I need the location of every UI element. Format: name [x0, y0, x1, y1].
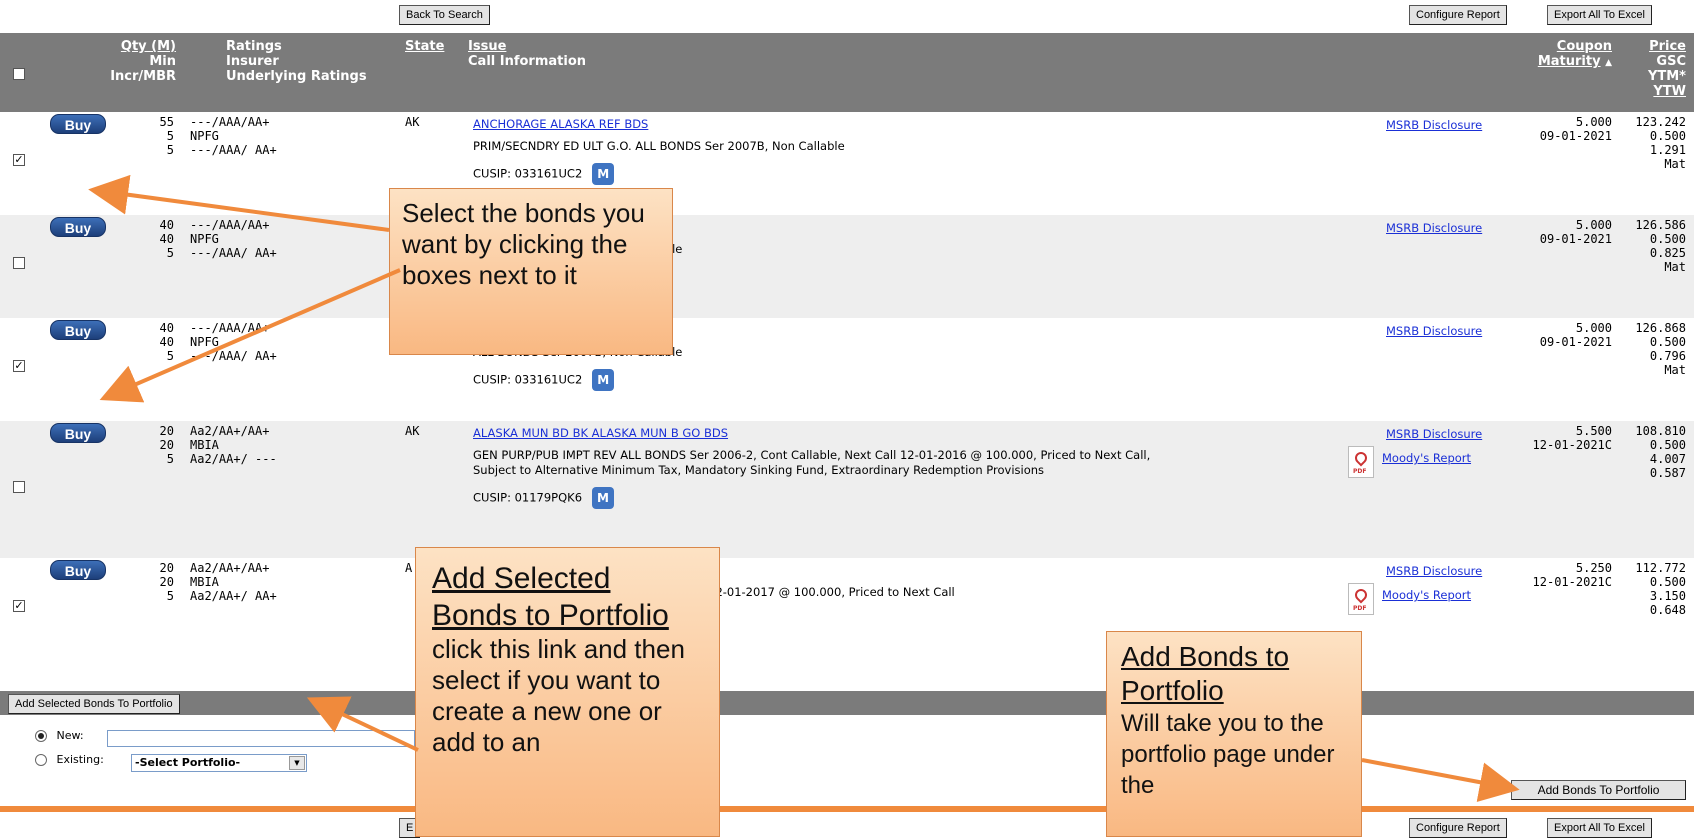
arrow-to-add-bonds	[1361, 758, 1520, 802]
arrow-to-first-checkbox	[88, 174, 390, 232]
arrow-to-add-selected	[306, 696, 419, 752]
annotation-arrows	[88, 174, 1520, 802]
arrow-to-third-checkbox	[99, 268, 401, 403]
